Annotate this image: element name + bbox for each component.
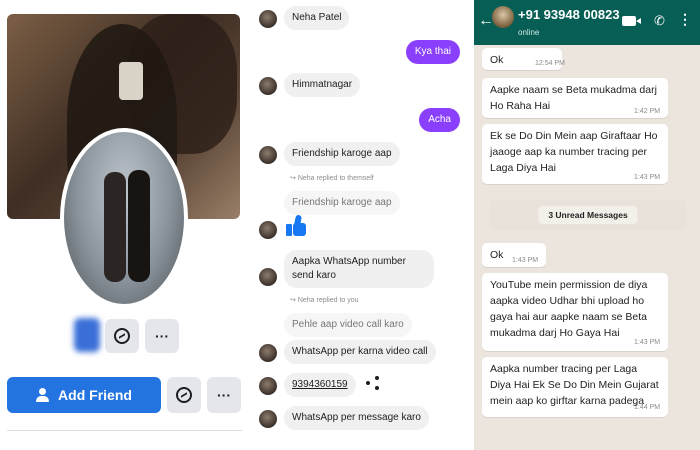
add-person-icon — [36, 388, 50, 402]
message-time: 1:44 PM — [634, 404, 661, 411]
incoming-message: Friendship karoge aap — [284, 142, 400, 166]
more-actions-button[interactable]: ··· — [207, 377, 241, 413]
replied-message: Friendship karoge aap — [284, 191, 400, 215]
divider — [7, 430, 242, 431]
contact-avatar — [259, 10, 277, 28]
message-text: Aapka number tracing per Laga Diya Hai E… — [490, 363, 659, 407]
cover-photo-phone — [119, 62, 143, 100]
profile-picture-figure — [104, 172, 126, 282]
phone-number-message[interactable]: 9394360159 — [284, 373, 356, 397]
contact-name[interactable]: +91 93948 00823 — [518, 7, 620, 22]
incoming-message: Himmatnagar — [284, 73, 361, 97]
messenger-icon — [114, 328, 130, 344]
message-text: Aapke naam se Beta mukadma darj Ho Raha … — [490, 84, 657, 112]
menu-icon[interactable]: ⋮ — [678, 12, 692, 26]
unread-divider: 3 Unread Messages — [490, 200, 686, 230]
messenger-chat-panel: Neha Patel Kya thai Himmatnagar Acha Fri… — [250, 0, 474, 450]
video-call-icon[interactable] — [622, 16, 636, 26]
contact-avatar[interactable] — [492, 6, 514, 28]
profile-picture[interactable] — [60, 128, 188, 308]
message-button[interactable] — [167, 377, 201, 413]
message-time: 1:42 PM — [634, 108, 661, 115]
contact-avatar — [259, 410, 277, 428]
incoming-message: WhatsApp per karna video call — [284, 340, 436, 364]
outgoing-message: Kya thai — [405, 40, 460, 64]
message-text: YouTube mein permission de diya aapka vi… — [490, 279, 648, 339]
whatsapp-chat-panel: ← +91 93948 00823 online ✆ ⋮ Ok 12:54 PM… — [474, 0, 700, 450]
reply-note: ↪ Neha replied to themself — [290, 175, 374, 182]
message-text: Ok — [490, 249, 504, 261]
blurred-button[interactable] — [74, 318, 100, 352]
contact-avatar — [259, 221, 277, 239]
replied-message: Pehle aap video call karo — [284, 313, 412, 337]
more-icon: ··· — [217, 387, 231, 403]
contact-status: online — [518, 28, 540, 37]
share-icon[interactable] — [366, 376, 380, 390]
reply-note-text: Neha replied to you — [297, 297, 359, 304]
outgoing-message: Acha — [419, 108, 460, 132]
message-time: 12:54 PM — [535, 60, 565, 67]
phone-number-link[interactable]: 9394360159 — [292, 379, 348, 390]
more-icon: ··· — [155, 328, 169, 344]
messenger-button[interactable] — [105, 319, 139, 353]
incoming-message: WhatsApp per message karo — [284, 406, 429, 430]
contact-avatar — [259, 268, 277, 286]
message-time: 1:43 PM — [634, 339, 661, 346]
like-icon — [284, 214, 308, 238]
more-options-button[interactable]: ··· — [145, 319, 179, 353]
unread-label: 3 Unread Messages — [538, 206, 638, 224]
contact-avatar — [259, 146, 277, 164]
messenger-icon — [176, 387, 192, 403]
contact-avatar — [259, 377, 277, 395]
profile-picture-figure — [128, 170, 150, 282]
facebook-profile-panel: ··· Add Friend ··· — [0, 0, 250, 450]
contact-avatar — [259, 77, 277, 95]
message-time: 1:43 PM — [634, 174, 661, 181]
message-text: Ok — [490, 54, 504, 66]
phone-call-icon[interactable]: ✆ — [654, 13, 665, 29]
reply-note-text: Neha replied to themself — [297, 175, 374, 182]
contact-avatar — [259, 344, 277, 362]
add-friend-button[interactable]: Add Friend — [7, 377, 161, 413]
chat-header: ← +91 93948 00823 online ✆ ⋮ — [474, 0, 700, 45]
incoming-message: Aapka WhatsApp number send karo — [284, 250, 434, 288]
add-friend-label: Add Friend — [58, 387, 132, 403]
message-text: Ek se Do Din Mein aap Giraftaar Ho jaaog… — [490, 130, 658, 174]
message-time: 1:43 PM — [512, 257, 539, 264]
like-icon-cuff — [286, 224, 292, 236]
incoming-message: Neha Patel — [284, 6, 350, 30]
reply-note: ↪ Neha replied to you — [290, 297, 359, 304]
